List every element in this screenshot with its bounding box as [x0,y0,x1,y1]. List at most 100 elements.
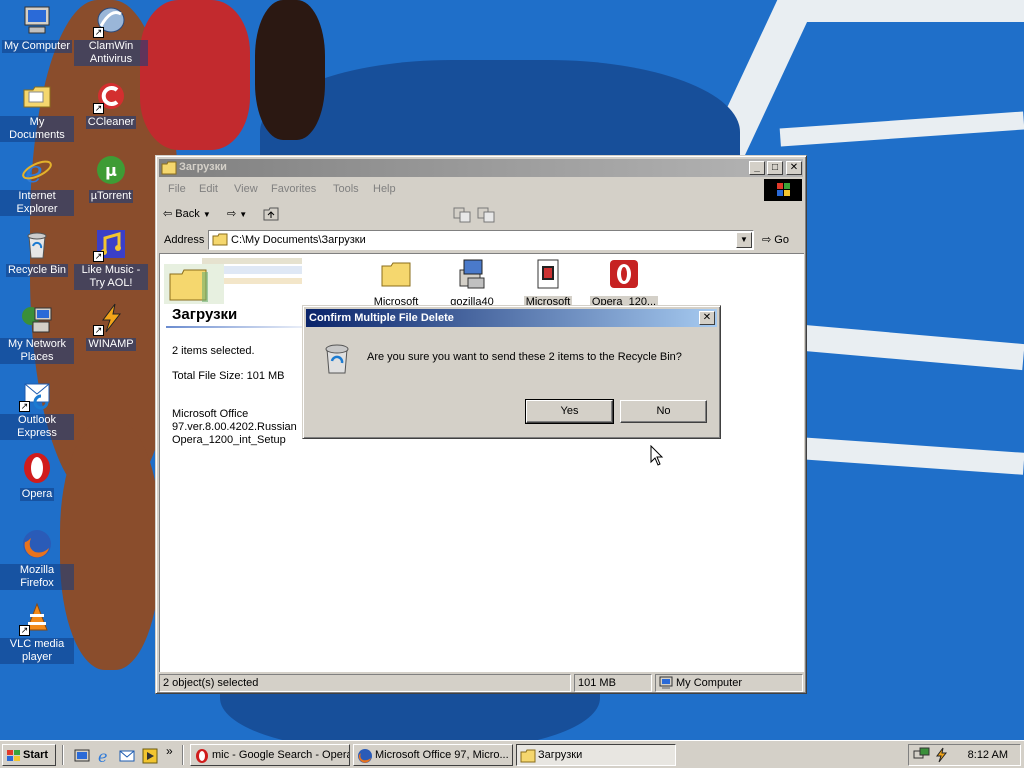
selected-file-1-line-2: 97.ver.8.00.4202.Russian [172,421,297,433]
desktop-icon-like-music[interactable]: ↗ Like Music - Try AOL! [74,228,148,290]
close-button[interactable]: ✕ [786,161,802,175]
media-player-icon[interactable] [142,748,158,764]
desktop-icon-winamp[interactable]: ↗ WINAMP [74,302,148,351]
wallpaper-figure [255,0,325,140]
internet-explorer-icon[interactable]: e [96,747,112,766]
file-item[interactable]: gozilla40 [432,258,512,308]
file-item[interactable]: Microsoft [508,258,588,308]
chevron-down-icon: ▼ [202,210,211,219]
folder-icon [380,258,412,290]
up-folder-button[interactable] [263,207,279,224]
computer-icon [21,4,53,36]
desktop-icon-outlook-express[interactable]: ↗ Outlook Express [0,378,74,440]
desktop-icon-my-computer[interactable]: My Computer [0,4,74,53]
menu-file[interactable]: File [168,183,186,195]
desktop-icon-utorrent[interactable]: µ µTorrent [74,154,148,203]
back-label: Back [175,208,200,220]
window-title: Загрузки [179,161,227,173]
desktop-icon-label: Opera [19,488,55,501]
quick-launch-more-button[interactable]: » [166,744,182,760]
recycle-bin-icon [21,228,53,260]
vlc-cone-icon: ↗ [19,602,53,636]
task-button-firefox[interactable]: Microsoft Office 97, Micro... [353,744,513,766]
svg-text:e: e [25,155,43,186]
task-button-opera[interactable]: mic - Google Search - Opera [190,744,350,766]
maximize-button[interactable]: □ [767,161,783,175]
address-dropdown-button[interactable]: ▼ [736,232,752,248]
start-button[interactable]: Start [2,744,56,766]
file-item[interactable]: Microsoft [356,258,436,308]
address-label: Address [164,234,205,246]
back-button[interactable]: ⇦ Back ▼ [163,207,211,220]
desktop-icon-label: Recycle Bin [5,264,69,277]
computer-icon [658,676,674,693]
status-zone: My Computer [655,674,803,692]
menu-view[interactable]: View [234,183,258,195]
yes-button[interactable]: Yes [525,399,614,424]
forward-button[interactable]: ⇨ ▼ [227,207,247,220]
menu-edit[interactable]: Edit [199,183,218,195]
desktop-icon-clamwin[interactable]: ↗ ClamWin Antivirus [74,4,148,66]
move-to-icon[interactable] [453,207,471,226]
desktop-icon-mozilla-firefox[interactable]: Mozilla Firefox [0,528,74,590]
desktop-icon-label: Mozilla Firefox [0,564,74,590]
address-bar: Address C:\My Documents\Загрузки ▼ ⇨ Go [159,229,803,251]
folder-icon [520,748,536,764]
outlook-express-icon[interactable] [119,748,135,764]
task-button-explorer[interactable]: Загрузки [516,744,676,766]
selection-count: 2 items selected. [172,345,255,357]
desktop-icon-opera[interactable]: Opera [0,452,74,501]
taskbar-separator [62,745,64,765]
opera-icon [194,748,210,764]
back-arrow-icon: ⇦ [163,208,173,220]
shortcut-arrow-icon: ↗ [19,625,30,636]
show-desktop-icon[interactable] [74,748,90,764]
opera-icon [21,452,53,484]
address-input[interactable]: C:\My Documents\Загрузки ▼ [208,230,754,250]
folder-icon [161,161,177,175]
go-button[interactable]: ⇨ Go [762,233,789,246]
up-folder-icon [263,207,279,221]
desktop-icon-label: µTorrent [88,190,134,203]
confirm-delete-dialog[interactable]: Confirm Multiple File Delete ✕ Are you s… [302,305,721,439]
desktop-icon-label: Like Music - Try AOL! [74,264,148,290]
desktop-icon-internet-explorer[interactable]: e Internet Explorer [0,154,74,216]
file-item[interactable]: Opera_120... [584,258,664,308]
clamwin-icon: ↗ [93,4,127,38]
desktop-icon-ccleaner[interactable]: ↗ CCleaner [74,80,148,129]
selected-file-2: Opera_1200_int_Setup [172,434,286,446]
clock[interactable]: 8:12 AM [968,749,1008,761]
menu-tools[interactable]: Tools [333,183,359,195]
desktop-icon-my-documents[interactable]: My Documents [0,80,74,142]
selected-file-1-line-1: Microsoft Office [172,408,249,420]
status-size: 101 MB [574,674,652,692]
network-connection-icon[interactable] [913,747,931,766]
status-zone-label: My Computer [676,677,743,689]
documents-folder-icon [21,80,53,112]
no-button[interactable]: No [620,400,707,423]
menu-help[interactable]: Help [373,183,396,195]
winamp-bolt-icon: ↗ [93,302,127,336]
standard-toolbar: ⇦ Back ▼ ⇨ ▼ [159,203,799,227]
dialog-close-button[interactable]: ✕ [699,311,715,325]
shortcut-arrow-icon: ↗ [93,103,104,114]
outlook-express-icon: ↗ [19,378,53,412]
total-size: Total File Size: 101 MB [172,370,285,382]
copy-to-icon[interactable] [477,207,495,226]
explorer-titlebar[interactable]: Загрузки _ □ ✕ [159,159,803,177]
task-label: Microsoft Office 97, Micro... [375,749,509,761]
desktop-icon-my-network-places[interactable]: My Network Places [0,302,74,364]
shortcut-arrow-icon: ↗ [93,27,104,38]
menu-favorites[interactable]: Favorites [271,183,316,195]
dialog-titlebar[interactable]: Confirm Multiple File Delete ✕ [306,309,717,327]
desktop-icon-label: CCleaner [85,116,137,129]
status-bar: 2 object(s) selected 101 MB My Computer [159,674,803,692]
task-label: mic - Google Search - Opera [212,749,350,761]
address-value: C:\My Documents\Загрузки [231,234,366,246]
winamp-tray-icon[interactable] [933,747,949,766]
desktop-icon-recycle-bin[interactable]: Recycle Bin [0,228,74,277]
desktop-icon-vlc[interactable]: ↗ VLC media player [0,602,74,664]
network-places-icon [21,302,53,334]
minimize-button[interactable]: _ [749,161,765,175]
desktop-icon-label: WINAMP [86,338,136,351]
